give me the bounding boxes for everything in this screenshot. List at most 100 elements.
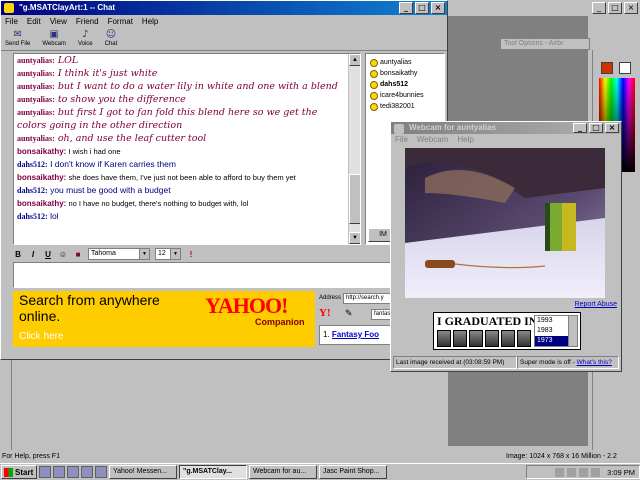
smiley-icon [370,58,378,67]
tool-options-panel[interactable]: Tool Options - Airbr [500,38,590,50]
quicklaunch-app-icon[interactable] [95,466,107,478]
graduation-ad[interactable]: I GRADUATED IN: 1993 1983 1973 [433,312,581,350]
foreground-swatch[interactable] [601,62,613,74]
ad-click-here[interactable]: Click here [19,331,63,342]
chat-transcript[interactable]: auntyalias: LOL auntyalias: I think it's … [13,53,361,245]
year-scrollbar[interactable] [568,316,577,346]
report-abuse-link[interactable]: Report Abuse [575,301,617,308]
taskbar-button[interactable]: Jasc Paint Shop... [319,465,387,479]
message-text: but I want to do a water lily in white a… [57,81,338,92]
bold-button[interactable]: B [13,250,23,259]
chevron-down-icon: ▼ [170,249,180,259]
message-nick[interactable]: dahs512: [17,186,48,195]
message-input[interactable] [13,262,445,288]
chat-message: bonsaikathy: no I have no budget, there'… [17,197,349,210]
minimize-icon[interactable]: _ [592,2,606,14]
message-nick[interactable]: auntyalias: [17,95,55,104]
menu-edit[interactable]: Edit [27,15,41,29]
message-text: you must be good with a budget [50,185,171,195]
message-list: auntyalias: LOL auntyalias: I think it's … [17,54,349,223]
menu-file[interactable]: File [395,134,408,146]
menu-webcam[interactable]: Webcam [417,134,448,146]
quicklaunch-desktop-icon[interactable] [53,466,65,478]
menu-view[interactable]: View [50,15,67,29]
yahoo-logo: YAHOO! [205,293,288,318]
message-text: to show you the difference [57,94,186,105]
message-nick[interactable]: dahs512: [17,212,48,221]
message-nick[interactable]: auntyalias: [17,82,55,91]
menu-file[interactable]: File [5,15,18,29]
chat-button[interactable]: ☺ Chat [105,29,118,50]
maximize-icon[interactable]: □ [589,123,603,133]
send-file-button[interactable]: ✉ Send File [5,29,30,50]
message-nick[interactable]: bonsaikathy: [17,199,66,208]
result-link[interactable]: Fantasy Foo [332,330,379,339]
webcam-button[interactable]: ▣ Webcam [42,29,66,50]
message-nick[interactable]: auntyalias: [17,134,55,143]
taskbar-button[interactable]: Yahoo! Messen... [109,465,177,479]
maximize-icon[interactable]: □ [608,2,622,14]
webcam-titlebar[interactable]: Webcam for auntyalias _ □ × [391,122,621,134]
volume-icon[interactable] [591,467,601,477]
chat-scrollbar[interactable]: ▲ ▼ [348,54,360,244]
italic-button[interactable]: I [28,250,38,259]
user-list-item[interactable]: dahs512 [366,79,444,90]
user-list-item[interactable]: bonsaikathy [366,68,444,79]
pencil-icon[interactable]: ✎ [345,308,353,319]
voice-button[interactable]: ♪ Voice [78,29,93,50]
scroll-down-icon[interactable]: ▼ [349,232,360,244]
last-image-status: Last image received at (03:08:59 PM) [393,356,517,369]
yahoo-companion-ad[interactable]: Search from anywhere online. Click here … [13,291,315,347]
message-nick[interactable]: auntyalias: [17,69,55,78]
voice-label: Voice [77,41,93,47]
menu-format[interactable]: Format [108,15,133,29]
size-select[interactable]: 12 ▼ [155,248,181,260]
message-nick[interactable]: auntyalias: [17,56,55,65]
quicklaunch-word-icon[interactable] [81,466,93,478]
tray-icon[interactable] [567,467,577,477]
menu-help[interactable]: Help [142,15,158,29]
scroll-thumb[interactable] [349,174,360,224]
underline-button[interactable]: U [43,250,53,259]
minimize-icon[interactable]: _ [399,2,413,14]
color-icon[interactable]: ■ [73,250,83,259]
message-nick[interactable]: bonsaikathy: [17,147,66,156]
menu-friend[interactable]: Friend [76,15,99,29]
chat-titlebar[interactable]: "g.MSATClayArt:1 -- Chat _ □ × [1,1,447,15]
user-list-item[interactable]: tedi382001 [366,101,444,112]
close-icon[interactable]: × [605,123,619,133]
whats-this-link[interactable]: What's this? [577,359,612,366]
smiley-icon [370,80,378,89]
smiley-icon[interactable]: ☺ [58,250,68,259]
user-list-item[interactable]: icare4bunnies [366,90,444,101]
alert-icon[interactable]: ! [186,250,196,259]
menu-help[interactable]: Help [457,134,473,146]
taskbar-button[interactable]: Webcam for au... [249,465,317,479]
font-select[interactable]: Tahoma ▼ [88,248,150,260]
chat-toolbar: ✉ Send File ▣ Webcam ♪ Voice ☺ Chat [1,29,447,51]
minimize-icon[interactable]: _ [573,123,587,133]
taskbar-button[interactable]: "g.MSATClay... [179,465,247,479]
message-nick[interactable]: bonsaikathy: [17,173,66,182]
quicklaunch-outlook-icon[interactable] [67,466,79,478]
message-nick[interactable]: auntyalias: [17,108,55,117]
tray-icon[interactable] [555,467,565,477]
start-button[interactable]: Start [1,465,37,479]
user-list-item[interactable]: auntyalias [366,57,444,68]
smiley-icon [370,102,378,111]
background-swatch[interactable] [619,62,631,74]
year-listbox[interactable]: 1993 1983 1973 [534,315,578,347]
super-mode-text: Super mode is off - [520,359,575,366]
clock[interactable]: 3:09 PM [607,468,635,477]
message-nick[interactable]: dahs512: [17,160,48,169]
quicklaunch-ie-icon[interactable] [39,466,51,478]
maximize-icon[interactable]: □ [415,2,429,14]
close-icon[interactable]: × [624,2,638,14]
yahoo-y-icon[interactable]: Y! [319,307,331,319]
close-icon[interactable]: × [431,2,445,14]
chat-message: auntyalias: I think it's just white [17,67,349,80]
scroll-up-icon[interactable]: ▲ [349,54,360,66]
tray-icon[interactable] [579,467,589,477]
system-tray: 3:09 PM [526,465,640,479]
user-name: icare4bunnies [380,92,424,99]
